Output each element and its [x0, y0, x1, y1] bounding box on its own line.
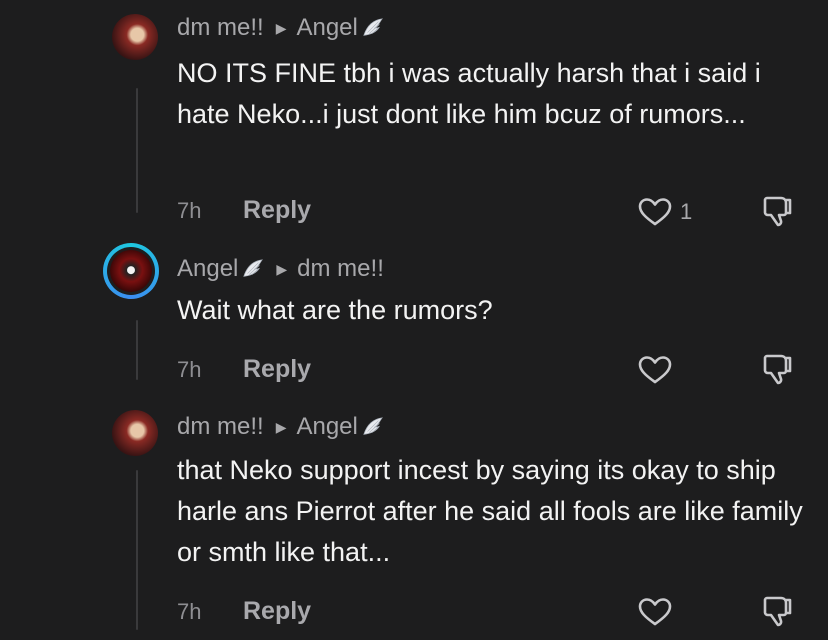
- thread-line: [136, 470, 138, 630]
- angel-wing-icon: [363, 417, 383, 435]
- comment-header: dm me!! ▶ Angel: [177, 14, 384, 42]
- author-name[interactable]: dm me!!: [177, 14, 264, 42]
- dislike-icon[interactable]: [760, 594, 794, 628]
- comment-header: Angel ▶ dm me!!: [177, 255, 384, 283]
- avatar-ring: [107, 247, 155, 295]
- avatar-image: [110, 250, 152, 292]
- dislike-icon[interactable]: [760, 352, 794, 386]
- comment-text: that Neko support incest by saying its o…: [177, 455, 803, 567]
- reply-button[interactable]: Reply: [243, 355, 311, 384]
- avatar[interactable]: [112, 14, 158, 60]
- heart-icon[interactable]: [638, 197, 672, 227]
- comment-text: Wait what are the rumors?: [177, 295, 493, 325]
- comment-header: dm me!! ▶ Angel: [177, 413, 384, 441]
- like-count: 1: [680, 199, 693, 224]
- avatar[interactable]: [112, 410, 158, 456]
- timestamp: 7h: [177, 197, 202, 223]
- comment-text: NO ITS FINE tbh i was actually harsh tha…: [177, 58, 761, 129]
- author-name[interactable]: Angel: [177, 255, 238, 283]
- comment-meta: 7h Reply: [177, 597, 311, 626]
- timestamp: 7h: [177, 356, 202, 382]
- reply-arrow-icon: ▶: [276, 260, 288, 277]
- timestamp: 7h: [177, 598, 202, 624]
- angel-wing-icon: [363, 18, 383, 36]
- thread-line: [136, 88, 138, 213]
- reply-arrow-icon: ▶: [275, 19, 287, 36]
- reply-button[interactable]: Reply: [243, 196, 311, 225]
- angel-wing-icon: [243, 259, 264, 277]
- comment-meta: 7h Reply: [177, 355, 311, 384]
- reply-to-name[interactable]: dm me!!: [297, 255, 384, 283]
- thread-line: [136, 320, 138, 380]
- reply-to-name[interactable]: Angel: [296, 14, 357, 42]
- comment-meta: 7h Reply: [177, 196, 311, 225]
- reply-button[interactable]: Reply: [243, 597, 311, 626]
- reply-to-name[interactable]: Angel: [296, 413, 357, 441]
- avatar[interactable]: [103, 243, 159, 299]
- reply-arrow-icon: ▶: [275, 418, 287, 435]
- dislike-icon[interactable]: [760, 194, 794, 228]
- author-name[interactable]: dm me!!: [177, 413, 264, 441]
- heart-icon[interactable]: [638, 355, 672, 385]
- heart-icon[interactable]: [638, 597, 672, 627]
